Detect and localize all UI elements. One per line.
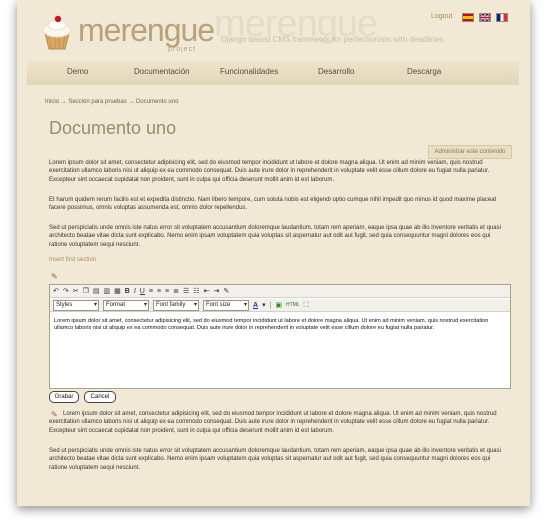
insert-media-icon[interactable]: HTML: [286, 301, 300, 310]
browser-page: merengue merengue project Django based C…: [17, 0, 530, 506]
outdent-icon[interactable]: ⇤: [204, 287, 210, 296]
nav-funcionalidades[interactable]: Funcionalidades: [220, 67, 278, 76]
cupcake-logo-icon: [42, 15, 72, 50]
underline-icon[interactable]: U: [140, 287, 145, 296]
numbered-list-icon[interactable]: ☷: [193, 287, 199, 296]
body-paragraph: Sed ut perspiciatis unde omnis iste natu…: [49, 448, 501, 471]
editor-toolbar-primary: ↶ ↷ ✂ ❐ ▤ ▥ ▦ B I U ≡ ≡ ≡ ≣ ☰ ☷ ⇤ ⇥ ✎: [50, 285, 510, 298]
brand-subtitle: project: [168, 46, 197, 53]
paste-text-icon[interactable]: ▥: [104, 287, 111, 296]
redo-icon[interactable]: ↷: [63, 287, 69, 296]
insert-section-link[interactable]: Insert first section: [49, 257, 96, 263]
breadcrumb[interactable]: Inicio → Sección para pruebas → Document…: [45, 99, 178, 105]
nav-desarrollo[interactable]: Desarrollo: [318, 67, 354, 76]
text-color-dropdown-icon[interactable]: ▾: [262, 301, 266, 310]
cut-icon[interactable]: ✂: [73, 287, 79, 296]
bold-icon[interactable]: B: [125, 287, 130, 296]
tagline: Django based CMS framework for perfectio…: [221, 35, 444, 44]
editor-toolbar-secondary: Styles Format Font family Font size A ▾ …: [50, 299, 510, 312]
fullscreen-icon[interactable]: ⛶: [304, 301, 309, 310]
main-navigation: Demo Documentación Funcionalidades Desar…: [27, 61, 519, 85]
italic-icon[interactable]: I: [134, 287, 136, 296]
indent-icon[interactable]: ⇥: [213, 287, 219, 296]
page-title: Documento uno: [49, 118, 177, 138]
nav-descarga[interactable]: Descarga: [407, 67, 441, 76]
undo-icon[interactable]: ↶: [53, 287, 59, 296]
spanish-flag-icon[interactable]: [462, 13, 474, 22]
edit-pencil-icon[interactable]: ✎: [51, 272, 58, 281]
edit-html-icon[interactable]: ✎: [223, 287, 229, 296]
french-flag-icon[interactable]: [496, 13, 508, 22]
body-paragraph: Lorem ipsum dolor sit amet, consectetur …: [49, 411, 497, 434]
editor-content[interactable]: Lorem ipsum dolor sit amet, consectetur …: [54, 318, 506, 332]
body-paragraph: Et harum quidem rerum facilis est et exp…: [49, 197, 497, 212]
separator-icon: |: [269, 301, 272, 309]
align-justify-icon[interactable]: ≣: [173, 287, 179, 296]
insert-image-icon[interactable]: ▣: [275, 301, 282, 310]
paste-word-icon[interactable]: ▦: [114, 287, 121, 296]
body-paragraph: Lorem ipsum dolor sit amet, consectetur …: [49, 160, 490, 183]
align-center-icon[interactable]: ≡: [157, 287, 161, 296]
font-size-select[interactable]: Font size: [203, 299, 249, 311]
language-selector: [462, 13, 508, 22]
align-right-icon[interactable]: ≡: [165, 287, 169, 296]
header: merengue merengue project Django based C…: [17, 0, 530, 58]
brand-name[interactable]: merengue: [78, 12, 215, 49]
nav-documentacion[interactable]: Documentación: [134, 67, 190, 76]
save-button[interactable]: Grabar: [49, 391, 79, 403]
rich-text-editor: ↶ ↷ ✂ ❐ ▤ ▥ ▦ B I U ≡ ≡ ≡ ≣ ☰ ☷ ⇤ ⇥ ✎ St…: [49, 284, 511, 389]
cancel-button[interactable]: Cancel: [84, 391, 116, 403]
align-left-icon[interactable]: ≡: [149, 287, 153, 296]
font-family-select[interactable]: Font family: [153, 299, 199, 311]
nav-demo[interactable]: Demo: [67, 67, 88, 76]
styles-select[interactable]: Styles: [53, 299, 99, 311]
body-paragraph: Sed ut perspiciatis unde omnis iste natu…: [49, 225, 501, 248]
logout-link[interactable]: Logout: [431, 13, 452, 20]
uk-flag-icon[interactable]: [479, 13, 491, 22]
paste-icon[interactable]: ▤: [93, 287, 100, 296]
format-select[interactable]: Format: [103, 299, 149, 311]
manage-content-button[interactable]: Administrar este contenido: [428, 145, 512, 159]
bullet-list-icon[interactable]: ☰: [183, 287, 189, 296]
copy-icon[interactable]: ❐: [83, 287, 89, 296]
text-color-icon[interactable]: A: [253, 301, 258, 310]
